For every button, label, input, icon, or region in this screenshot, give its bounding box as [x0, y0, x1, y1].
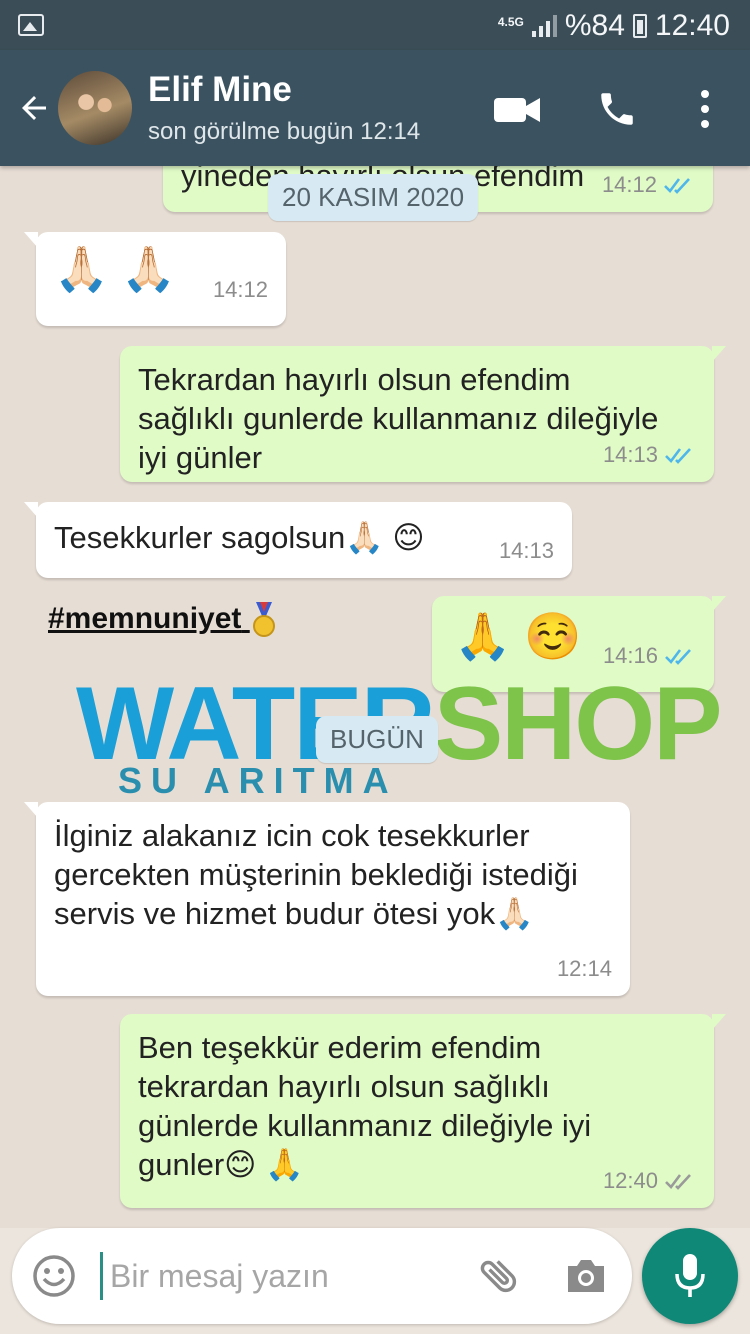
- hashtag-text: #memnuniyet: [48, 602, 242, 635]
- message-meta: 14:13: [499, 531, 554, 570]
- message-text: İlginiz alakanız icin cok tesekkurler ge…: [54, 818, 578, 931]
- message-text: 🙏🏻 🙏🏻: [54, 245, 176, 294]
- read-receipt-icon: [665, 447, 691, 464]
- date-separator: 20 KASIM 2020: [268, 174, 479, 221]
- battery-level: %84: [564, 9, 625, 42]
- back-arrow-icon[interactable]: [16, 90, 52, 126]
- message-text: Tesekkurler sagolsun🙏🏻 😊: [54, 520, 425, 555]
- message-input[interactable]: Bir mesaj yazın: [110, 1258, 329, 1295]
- gallery-notification-icon: [18, 14, 44, 36]
- message-text: Tekrardan hayırlı olsun efendim sağlıklı…: [138, 362, 659, 475]
- video-call-icon[interactable]: [494, 96, 540, 124]
- message-composer[interactable]: Bir mesaj yazın: [12, 1228, 632, 1324]
- message-time: 14:13: [602, 442, 658, 467]
- message-time: 12:40: [602, 1168, 658, 1193]
- camera-icon[interactable]: [564, 1256, 608, 1296]
- message-bubble-incoming[interactable]: Tesekkurler sagolsun🙏🏻 😊 14:13: [24, 502, 572, 578]
- delivered-receipt-icon: [665, 1173, 691, 1190]
- more-options-icon[interactable]: [694, 88, 716, 130]
- status-bar: 4.5G %84 12:40: [0, 0, 750, 50]
- medal-icon: [252, 602, 275, 638]
- message-text: Ben teşekkür ederim efendim tekrardan ha…: [138, 1030, 592, 1182]
- message-meta: 14:12: [602, 166, 695, 204]
- message-time: 14:12: [601, 172, 657, 197]
- status-indicators: 4.5G %84 12:40: [498, 8, 730, 44]
- message-meta: 14:13: [603, 435, 696, 474]
- battery-icon: [632, 14, 647, 38]
- message-bubble-incoming[interactable]: İlginiz alakanız icin cok tesekkurler ge…: [24, 802, 630, 996]
- contact-avatar[interactable]: [58, 71, 132, 145]
- last-seen-status: son görülme bugün 12:14: [148, 118, 421, 145]
- contact-name[interactable]: Elif Mine: [148, 70, 292, 110]
- emoji-icon[interactable]: [32, 1254, 76, 1298]
- mic-icon: [675, 1254, 705, 1297]
- message-time: 14:12: [212, 277, 268, 302]
- message-bubble-incoming[interactable]: 🙏🏻 🙏🏻 14:12: [24, 232, 286, 326]
- network-type: 4.5G: [497, 15, 524, 29]
- text-cursor: [100, 1252, 103, 1300]
- message-meta: 12:14: [557, 949, 612, 988]
- message-meta: 12:40: [603, 1161, 696, 1200]
- read-receipt-icon: [664, 177, 690, 194]
- message-bubble-outgoing[interactable]: Tekrardan hayırlı olsun efendim sağlıklı…: [120, 346, 726, 482]
- hashtag-overlay: #memnuniyet: [48, 602, 278, 638]
- phone-icon[interactable]: [596, 88, 638, 130]
- chat-header: Elif Mine son görülme bugün 12:14: [0, 50, 750, 166]
- attach-icon[interactable]: [476, 1252, 522, 1298]
- read-receipt-icon: [665, 649, 691, 665]
- date-separator: BUGÜN: [316, 716, 438, 763]
- message-text: 🙏 ☺️: [454, 610, 582, 662]
- message-list[interactable]: yineden hayırlı olsun efendim 14:12 20 K…: [0, 166, 750, 1228]
- signal-icon: [531, 15, 557, 37]
- clock: 12:40: [654, 9, 730, 42]
- voice-record-button[interactable]: [642, 1228, 738, 1324]
- message-time: 14:13: [498, 538, 554, 563]
- message-bubble-outgoing[interactable]: Ben teşekkür ederim efendim tekrardan ha…: [120, 1014, 726, 1208]
- message-meta: 14:12: [213, 262, 268, 318]
- message-time: 12:14: [556, 956, 612, 981]
